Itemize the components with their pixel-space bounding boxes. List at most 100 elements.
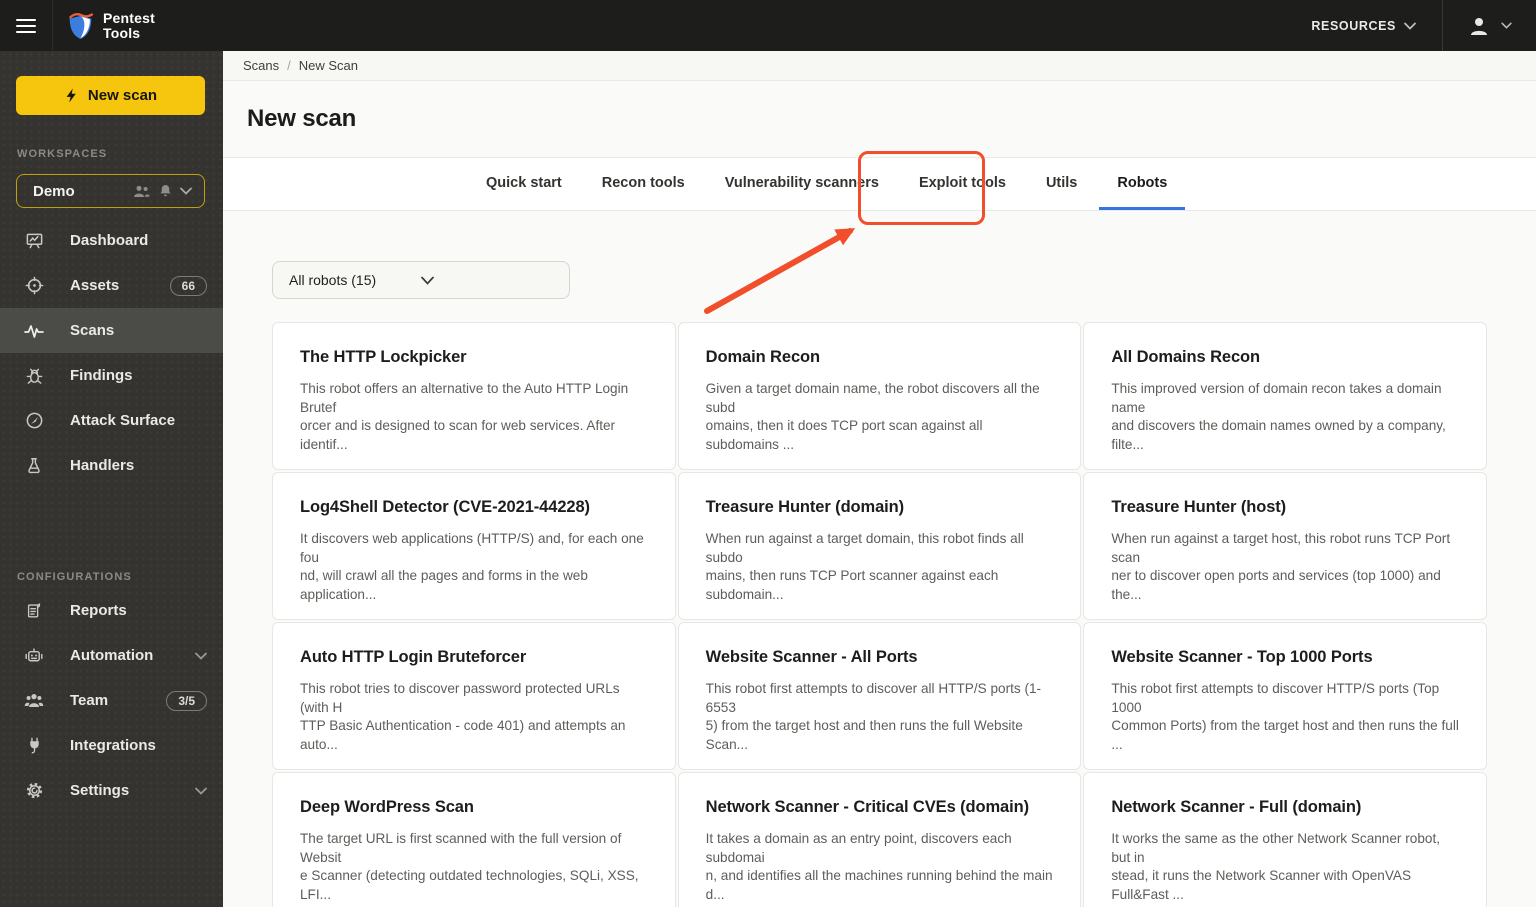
tab-quick-start[interactable]: Quick start (468, 158, 580, 210)
robot-card-description: When run against a target domain, this r… (705, 531, 1024, 602)
chevron-down-icon (195, 652, 207, 660)
sidebar-item-label: Assets (70, 277, 120, 294)
tab-robots[interactable]: Robots (1099, 158, 1186, 210)
robot-card-title: Network Scanner - Full (domain) (1111, 798, 1362, 816)
sidebar-item-label: Team (70, 692, 109, 709)
sidebar-item-integrations[interactable]: Integrations (0, 723, 223, 768)
page-title: New scan (247, 105, 357, 132)
sidebar-item-automation[interactable]: Automation (0, 633, 223, 678)
sidebar-item-settings[interactable]: Settings (0, 768, 223, 813)
robot-card-title: Deep WordPress Scan (300, 798, 474, 816)
hamburger-icon (16, 18, 36, 34)
robot-card-description: It works the same as the other Network S… (1111, 831, 1440, 902)
logo-wordmark: Pentest Tools (103, 9, 155, 41)
topbar-right: RESOURCES (1285, 0, 1536, 51)
robot-card-log4shell-detector[interactable]: Log4Shell Detector (CVE-2021-44228) It d… (272, 472, 676, 620)
robot-card-all-domains-recon[interactable]: All Domains Recon This improved version … (1083, 322, 1487, 470)
chevron-down-icon (1501, 22, 1512, 29)
robot-card-description: This improved version of domain recon ta… (1111, 381, 1446, 452)
tab-recon-tools[interactable]: Recon tools (584, 158, 703, 210)
robots-filter-dropdown[interactable]: All robots (15) (272, 261, 570, 299)
sidebar-item-dashboard[interactable]: Dashboard (0, 218, 223, 263)
robot-card-auto-http-login-bruteforcer[interactable]: Auto HTTP Login Bruteforcer This robot t… (272, 622, 676, 770)
sidebar-item-label: Automation (70, 647, 154, 664)
gear-icon (24, 781, 44, 800)
page-header: New scan (223, 81, 1536, 157)
hamburger-menu-button[interactable] (0, 0, 53, 51)
shield-logo-icon (67, 11, 94, 41)
configurations-section-label: CONFIGURATIONS (17, 571, 132, 583)
robot-card-website-scanner-top-1000[interactable]: Website Scanner - Top 1000 Ports This ro… (1083, 622, 1487, 770)
report-icon (24, 601, 44, 620)
account-menu-button[interactable] (1442, 0, 1536, 51)
robot-card-description: When run against a target host, this rob… (1111, 531, 1451, 602)
workspace-name: Demo (33, 182, 75, 200)
team-count-badge: 3/5 (166, 690, 207, 711)
sidebar-item-reports[interactable]: Reports (0, 588, 223, 633)
robot-card-description: It takes a domain as an entry point, dis… (705, 831, 1053, 902)
workspace-members-icon (132, 185, 151, 198)
sidebar-item-findings[interactable]: Findings (0, 353, 223, 398)
robot-card-description: The target URL is first scanned with the… (300, 831, 639, 902)
sidebar-item-handlers[interactable]: Handlers (0, 443, 223, 488)
robot-card-title: Treasure Hunter (domain) (705, 498, 905, 516)
tab-vulnerability-scanners[interactable]: Vulnerability scanners (707, 158, 897, 210)
robot-icon (24, 646, 44, 665)
robot-card-network-scanner-full[interactable]: Network Scanner - Full (domain) It works… (1083, 772, 1487, 907)
tabs-bar: Quick start Recon tools Vulnerability sc… (223, 157, 1536, 211)
robot-card-domain-recon[interactable]: Domain Recon Given a target domain name,… (677, 322, 1082, 470)
breadcrumb-new-scan: New Scan (298, 58, 359, 73)
sidebar-item-label: Handlers (70, 457, 135, 474)
assets-count-badge: 66 (169, 275, 207, 296)
tab-utils[interactable]: Utils (1028, 158, 1095, 210)
robot-card-treasure-hunter-domain[interactable]: Treasure Hunter (domain) When run agains… (677, 472, 1082, 620)
chevron-down-icon (1404, 22, 1416, 30)
sidebar-item-label: Settings (70, 782, 130, 799)
breadcrumb: Scans / New Scan (243, 58, 358, 73)
sidebar: New scan WORKSPACES Demo Dashboard Asset… (0, 51, 223, 907)
robots-filter-value: All robots (15) (289, 272, 377, 288)
compass-icon (24, 411, 44, 430)
sidebar-item-label: Attack Surface (70, 412, 176, 429)
bug-icon (24, 366, 44, 385)
robot-card-title: Domain Recon (705, 348, 820, 366)
sidebar-item-label: Scans (70, 322, 115, 339)
robot-card-network-scanner-critical-cves[interactable]: Network Scanner - Critical CVEs (domain)… (677, 772, 1082, 907)
sidebar-item-label: Dashboard (70, 232, 149, 249)
workspace-selector[interactable]: Demo (16, 174, 205, 208)
target-icon (24, 276, 44, 295)
sidebar-item-label: Findings (70, 367, 133, 384)
robot-card-title: Auto HTTP Login Bruteforcer (300, 648, 527, 666)
new-scan-button[interactable]: New scan (16, 76, 205, 115)
robot-card-description: Given a target domain name, the robot di… (705, 381, 1040, 452)
bell-icon (158, 183, 173, 199)
sidebar-item-attack-surface[interactable]: Attack Surface (0, 398, 223, 443)
sidebar-item-team[interactable]: Team 3/5 (0, 678, 223, 723)
new-scan-button-label: New scan (87, 87, 158, 104)
breadcrumb-scans-link[interactable]: Scans (243, 58, 279, 73)
robot-card-description: This robot tries to discover password pr… (300, 681, 626, 752)
sidebar-item-assets[interactable]: Assets 66 (0, 263, 223, 308)
main-content: Scans / New Scan New scan Quick start Re… (223, 51, 1536, 907)
top-bar: Pentest Tools RESOURCES (0, 0, 1536, 51)
robot-card-website-scanner-all-ports[interactable]: Website Scanner - All Ports This robot f… (677, 622, 1082, 770)
robot-card-http-lockpicker[interactable]: The HTTP Lockpicker This robot offers an… (272, 322, 676, 470)
chevron-down-icon (195, 787, 207, 795)
pentest-tools-logo[interactable]: Pentest Tools (53, 0, 155, 51)
dashboard-icon (24, 231, 44, 250)
sidebar-main-nav: Dashboard Assets 66 Scans Findings Attac… (0, 218, 223, 488)
chevron-down-icon (180, 187, 192, 195)
team-icon (24, 693, 44, 708)
breadcrumb-separator: / (287, 58, 291, 73)
robot-card-title: Website Scanner - All Ports (705, 648, 918, 666)
resources-menu-button[interactable]: RESOURCES (1285, 0, 1442, 51)
workspaces-section-label: WORKSPACES (17, 148, 108, 160)
sidebar-item-scans[interactable]: Scans (0, 308, 223, 353)
tab-exploit-tools[interactable]: Exploit tools (901, 158, 1024, 210)
robot-card-deep-wordpress-scan[interactable]: Deep WordPress Scan The target URL is fi… (272, 772, 676, 907)
robot-card-treasure-hunter-host[interactable]: Treasure Hunter (host) When run against … (1083, 472, 1487, 620)
user-avatar-icon (1467, 14, 1491, 38)
robot-card-title: Treasure Hunter (host) (1111, 498, 1287, 516)
app-window: Pentest Tools RESOURCES New scan WORKSPA… (0, 0, 1536, 907)
robot-card-description: This robot first attempts to discover al… (705, 681, 1042, 752)
